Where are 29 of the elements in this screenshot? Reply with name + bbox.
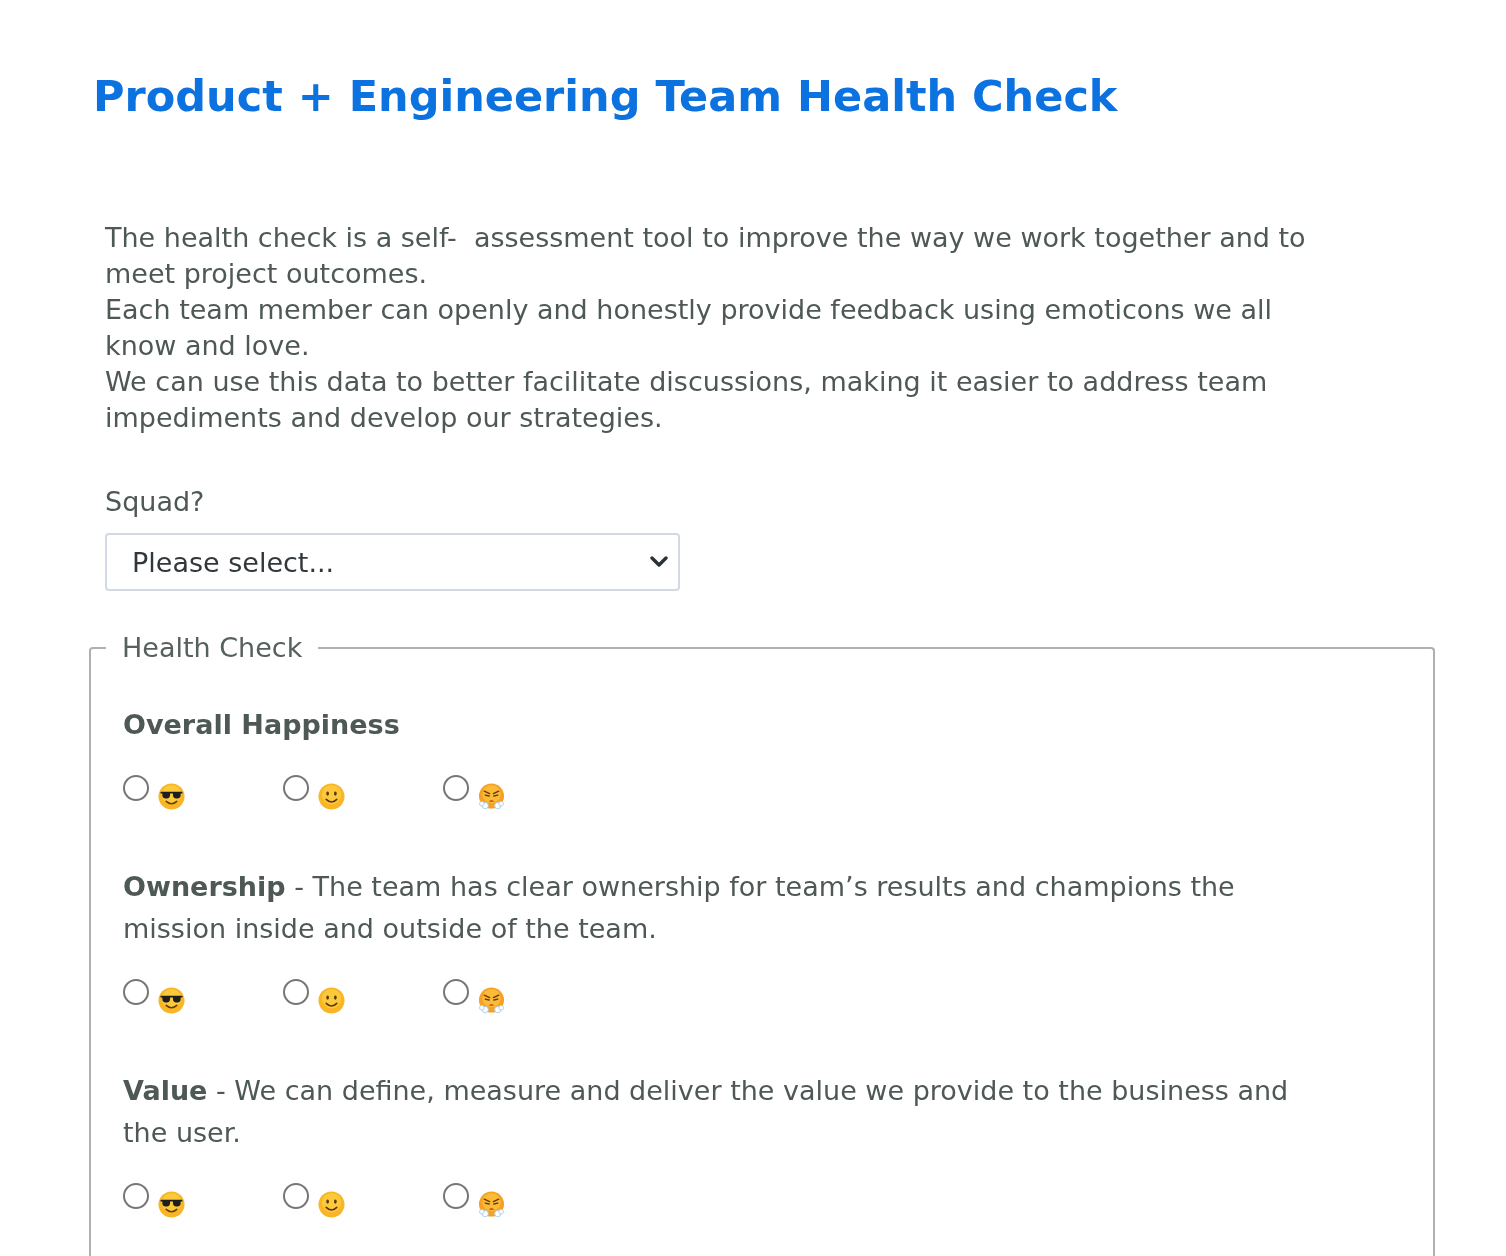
- question-text: Ownership - The team has clear ownership for team’s results and champions the mission inside and outside of the team.: [123, 870, 1236, 946]
- steaming-face-icon: [478, 1191, 505, 1218]
- radio-button[interactable]: [283, 1183, 309, 1209]
- radio-button[interactable]: [123, 775, 149, 801]
- smiling-face-icon: [318, 1191, 345, 1218]
- smiling-face-icon: [318, 987, 345, 1014]
- page-title: Product + Engineering Team Health Check: [93, 70, 1118, 123]
- radio-button[interactable]: [123, 979, 149, 1005]
- steaming-face-icon: [478, 783, 505, 810]
- steaming-face-icon: [478, 987, 505, 1014]
- intro-paragraph: We can use this data to better facilitate discussions, making it easier to address team impediments and develop our strategies.: [105, 365, 1269, 435]
- sunglasses-face-icon: [158, 783, 185, 810]
- radio-button[interactable]: [443, 979, 469, 1005]
- radio-button[interactable]: [443, 775, 469, 801]
- squad-select[interactable]: Please select...: [105, 533, 680, 591]
- intro-paragraph: Each team member can openly and honestly provide feedback using emoticons we all know and love.: [105, 293, 1273, 363]
- radio-button[interactable]: [443, 1183, 469, 1209]
- panel-legend: Health Check: [106, 630, 319, 666]
- squad-label: Squad?: [105, 485, 205, 519]
- radio-button[interactable]: [283, 979, 309, 1005]
- chevron-down-icon: [650, 556, 668, 568]
- radio-button[interactable]: [283, 775, 309, 801]
- question-text: Value - We can define, measure and deliver the value we provide to the business and the user.: [123, 1074, 1290, 1150]
- radio-button[interactable]: [123, 1183, 149, 1209]
- sunglasses-face-icon: [158, 987, 185, 1014]
- intro-paragraph: The health check is a self- assessment tool to improve the way we work together and to meet project outcomes.: [105, 221, 1307, 291]
- sunglasses-face-icon: [158, 1191, 185, 1218]
- question-text: Overall Happiness: [123, 708, 401, 742]
- smiling-face-icon: [318, 783, 345, 810]
